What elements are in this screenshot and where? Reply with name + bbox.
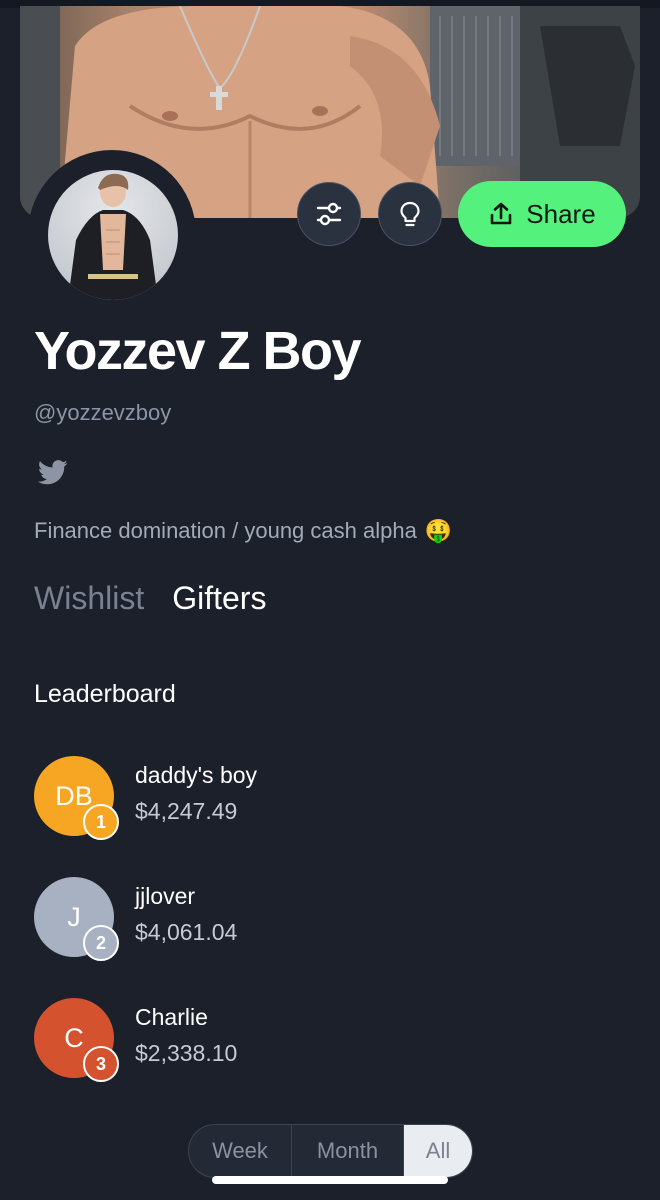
home-indicator[interactable] xyxy=(212,1176,448,1184)
bio-text: Finance domination / young cash alpha xyxy=(34,518,417,543)
gifter-name: jjlover xyxy=(135,883,196,909)
tab-gifters[interactable]: Gifters xyxy=(172,580,266,617)
leaderboard-entry[interactable]: C 3 Charlie $2,338.10 xyxy=(34,998,594,1088)
gifter-name: Charlie xyxy=(135,1004,208,1030)
profile-tabs: Wishlist Gifters xyxy=(34,580,266,617)
filter-button[interactable] xyxy=(297,182,361,246)
avatar-photo-art xyxy=(68,173,158,300)
profile-handle: @yozzevzboy xyxy=(34,400,172,425)
idea-button[interactable] xyxy=(378,182,442,246)
profile-name: Yozzev Z Boy xyxy=(34,321,362,381)
rank-badge: 2 xyxy=(83,925,119,961)
twitter-icon xyxy=(37,460,68,485)
share-upload-icon xyxy=(490,202,512,225)
period-week-button[interactable]: Week xyxy=(189,1125,291,1177)
share-label: Share xyxy=(526,198,596,229)
profile-avatar-frame xyxy=(28,150,196,318)
profile-avatar[interactable] xyxy=(48,170,178,300)
sliders-icon xyxy=(316,202,342,226)
tab-wishlist[interactable]: Wishlist xyxy=(34,580,144,617)
rank-badge: 1 xyxy=(83,804,119,840)
lightbulb-icon xyxy=(400,201,420,227)
gifter-name: daddy's boy xyxy=(135,762,258,788)
gifter-amount: $2,338.10 xyxy=(135,1040,238,1066)
profile-bio: Finance domination / young cash alpha 🤑 xyxy=(34,518,452,544)
rank-badge: 3 xyxy=(83,1046,119,1082)
money-mouth-emoji: 🤑 xyxy=(424,518,453,543)
leaderboard-entry[interactable]: DB 1 daddy's boy $4,247.49 xyxy=(34,756,594,846)
twitter-link[interactable] xyxy=(37,460,68,490)
period-all-button[interactable]: All xyxy=(403,1125,472,1177)
gifter-amount: $4,247.49 xyxy=(135,798,238,824)
leaderboard-entry[interactable]: J 2 jjlover $4,061.04 xyxy=(34,877,594,967)
gifter-amount: $4,061.04 xyxy=(135,919,238,945)
period-filter: Week Month All xyxy=(188,1124,473,1178)
share-button[interactable]: Share xyxy=(458,181,626,247)
period-month-button[interactable]: Month xyxy=(291,1125,403,1177)
leaderboard-title: Leaderboard xyxy=(34,680,176,708)
